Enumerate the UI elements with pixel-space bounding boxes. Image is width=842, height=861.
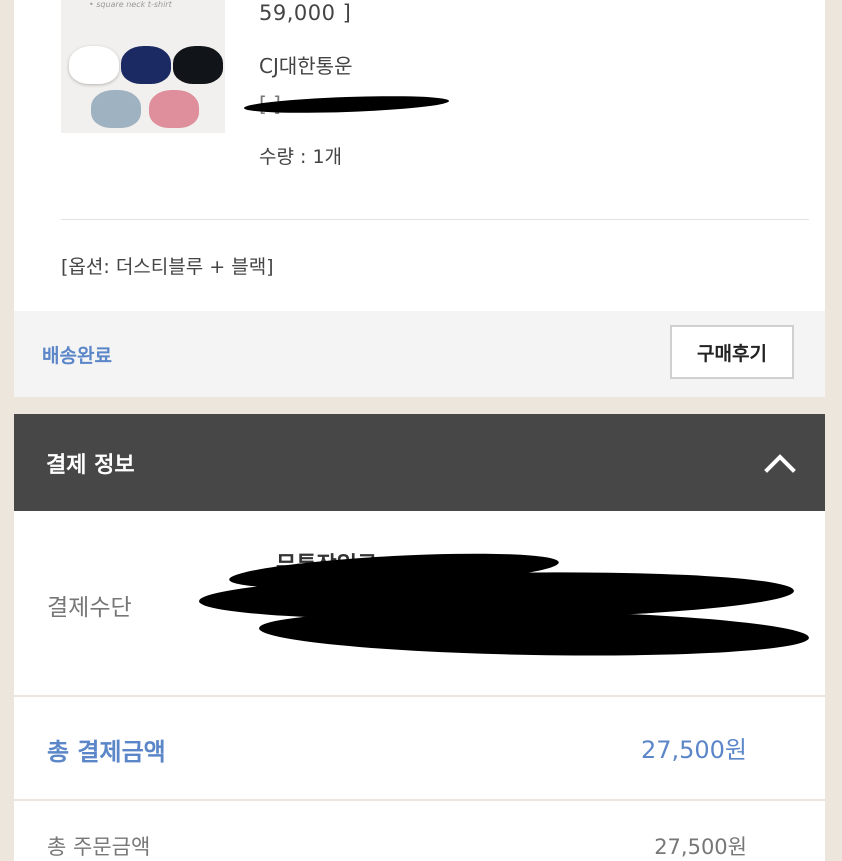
redaction-scribble <box>258 606 810 660</box>
total-payment-row: 총 결제금액 27,500원 <box>14 697 825 799</box>
delivery-carrier: CJ대한통운 <box>259 54 353 78</box>
chevron-up-icon[interactable] <box>763 448 797 478</box>
delivery-status: 배송완료 <box>42 345 112 367</box>
shirt-navy <box>121 46 171 84</box>
divider <box>61 219 809 220</box>
total-payment-label: 총 결제금액 <box>47 738 166 766</box>
product-thumbnail[interactable]: • square neck t-shirt <box>61 0 225 133</box>
order-item-card: • square neck t-shirt 59,000 ] CJ대한통운 [ … <box>14 0 825 311</box>
payment-method-label: 결제수단 <box>47 595 132 621</box>
order-subtotal-label: 총 주문금액 <box>47 835 151 859</box>
thumbnail-caption: • square neck t-shirt <box>89 0 172 9</box>
order-quantity: 수량 : 1개 <box>259 146 343 168</box>
payment-info-header[interactable]: 결제 정보 <box>14 414 825 511</box>
write-review-button[interactable]: 구매후기 <box>670 325 794 379</box>
product-price: 59,000 ] <box>259 1 352 25</box>
shirt-dusty-blue <box>91 90 141 128</box>
shirt-pink <box>149 90 199 128</box>
total-payment-value: 27,500원 <box>640 736 747 764</box>
shirt-black <box>173 46 223 84</box>
payment-info-title: 결제 정보 <box>46 453 135 478</box>
order-subtotal-row: 총 주문금액 27,500원 <box>14 801 825 861</box>
product-option: [옵션: 더스티블루 + 블랙] <box>61 256 274 278</box>
payment-method-row: 결제수단 무통장입금 <box>14 511 825 695</box>
order-status-bar: 배송완료 구매후기 <box>14 311 825 397</box>
shirt-white <box>69 46 119 84</box>
order-subtotal-value: 27,500원 <box>654 835 747 859</box>
